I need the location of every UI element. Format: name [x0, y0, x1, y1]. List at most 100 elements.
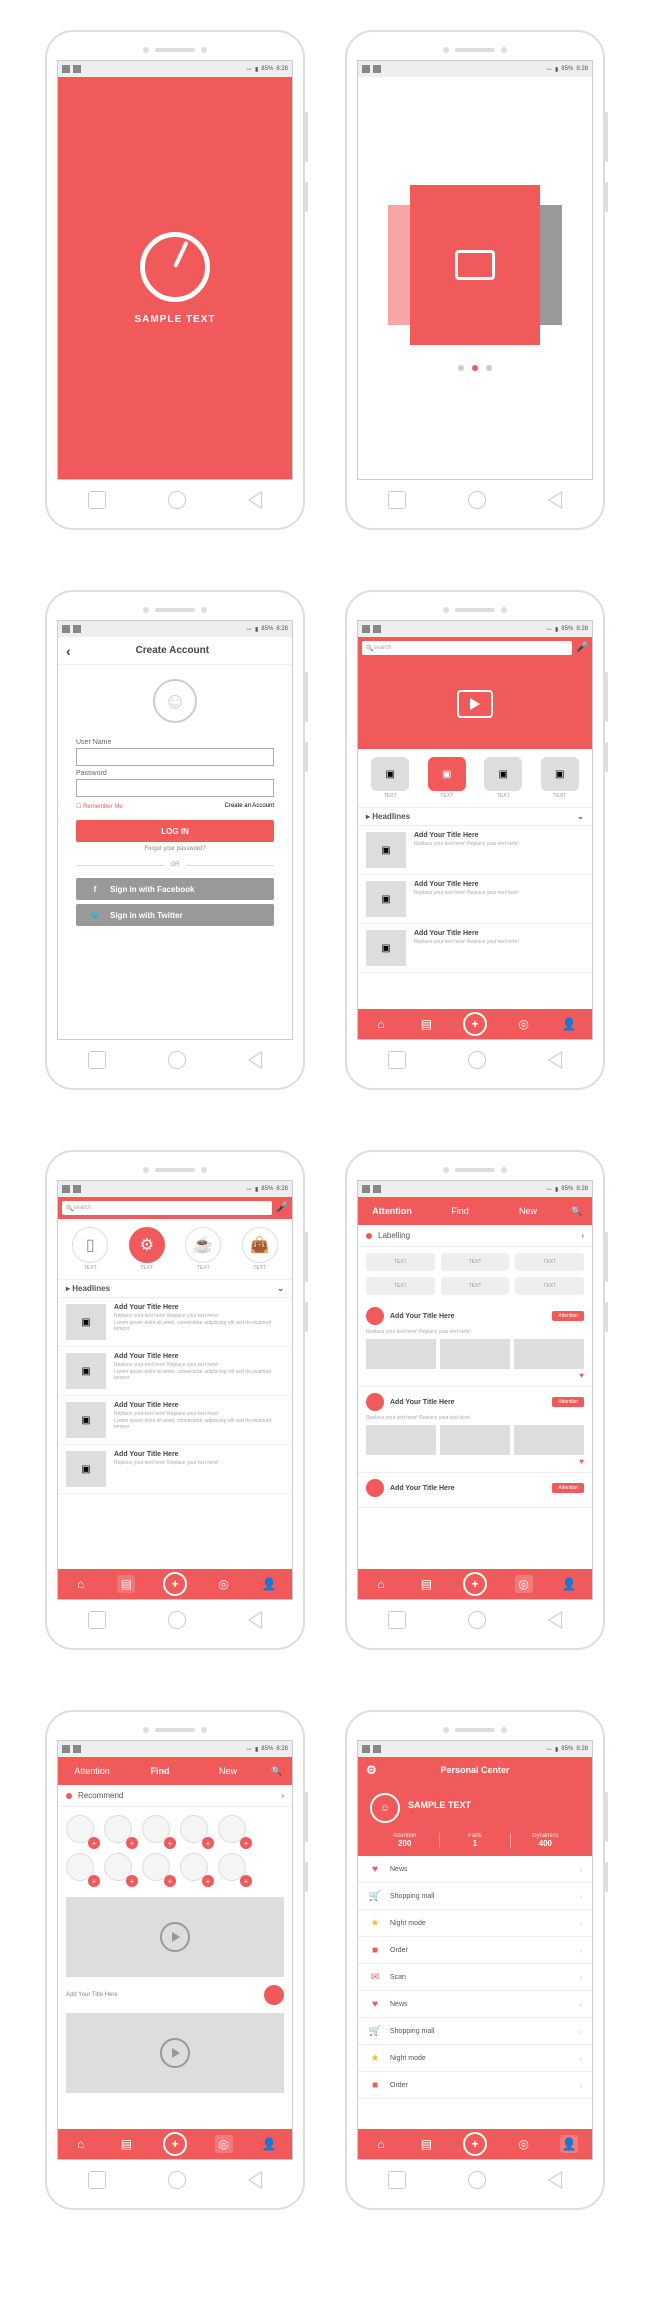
clipboard-icon[interactable]: ▤ [117, 2135, 135, 2153]
home-icon[interactable]: ⌂ [372, 1575, 390, 1593]
plus-icon[interactable]: + [463, 1572, 487, 1596]
back-icon[interactable]: ‹ [66, 643, 71, 659]
user-icon[interactable]: 👤 [560, 1015, 578, 1033]
rec-avatar[interactable]: + [180, 1815, 212, 1847]
compass-icon[interactable]: ◎ [515, 2135, 533, 2153]
avatar-icon[interactable]: ☺ [370, 1793, 400, 1823]
username-input[interactable] [76, 748, 274, 766]
compass-icon[interactable]: ◎ [515, 1575, 533, 1593]
dot[interactable] [458, 365, 464, 371]
rec-avatar[interactable]: + [218, 1815, 250, 1847]
android-recents-button[interactable] [88, 1051, 106, 1069]
category-item-active[interactable]: ▣TEXT [428, 757, 466, 799]
chat-icon[interactable] [264, 1985, 284, 2005]
settings-row[interactable]: 🛒Shopping mall› [358, 1883, 592, 1910]
settings-row[interactable]: ♥News› [358, 1856, 592, 1883]
user-icon[interactable]: 👤 [260, 2135, 278, 2153]
home-icon[interactable]: ⌂ [72, 1575, 90, 1593]
android-home-button[interactable] [168, 1611, 186, 1629]
clipboard-icon[interactable]: ▤ [117, 1575, 135, 1593]
facebook-login-button[interactable]: f Sign in with Facebook [76, 878, 274, 900]
rec-avatar[interactable]: + [180, 1853, 212, 1885]
android-back-button[interactable] [248, 2171, 262, 2189]
list-item[interactable]: ▣Add Your Title HereReplace your text he… [58, 1396, 292, 1445]
carousel[interactable] [358, 77, 592, 479]
list-item[interactable]: ▣Add Your Title HereReplace your text he… [58, 1445, 292, 1494]
headlines-header[interactable]: ▸ Headlines ⌄ [358, 807, 592, 826]
create-account-link[interactable]: Create an Account [225, 803, 274, 810]
video-feed-item[interactable] [66, 2013, 284, 2093]
search-icon[interactable]: 🔍 [262, 1760, 292, 1783]
tab-find[interactable]: Find [426, 1200, 494, 1222]
category-item-active[interactable]: ⚙TEXT [129, 1227, 165, 1271]
list-item[interactable]: ▣ Add Your Title HereReplace your text h… [358, 875, 592, 924]
twitter-login-button[interactable]: 🐦 Sign in with Twitter [76, 904, 274, 926]
label-pill[interactable]: TEXT [515, 1277, 584, 1295]
home-icon[interactable]: ⌂ [372, 2135, 390, 2153]
label-pill[interactable]: TEXT [515, 1253, 584, 1271]
remember-checkbox[interactable]: ☐ Remember Me [76, 803, 123, 810]
login-button[interactable]: LOG IN [76, 820, 274, 842]
forgot-password-link[interactable]: Forgot your password? [76, 846, 274, 852]
clipboard-icon[interactable]: ▤ [417, 2135, 435, 2153]
settings-row[interactable]: ★Night mode› [358, 1910, 592, 1937]
list-item[interactable]: ▣ Add Your Title HereReplace your text h… [358, 826, 592, 875]
rec-avatar[interactable]: + [218, 1853, 250, 1885]
rec-avatar[interactable]: + [142, 1853, 174, 1885]
android-home-button[interactable] [168, 1051, 186, 1069]
android-back-button[interactable] [548, 1051, 562, 1069]
android-recents-button[interactable] [388, 2171, 406, 2189]
rec-avatar[interactable]: + [104, 1853, 136, 1885]
list-item[interactable]: ▣Add Your Title HereReplace your text he… [58, 1298, 292, 1347]
category-item[interactable]: ▣TEXT [541, 757, 579, 799]
category-item[interactable]: 👜TEXT [242, 1227, 278, 1271]
plus-icon[interactable]: + [163, 2132, 187, 2156]
search-input[interactable]: 🔍 search [62, 1201, 272, 1215]
search-input[interactable]: 🔍 search [362, 641, 572, 655]
hero-video[interactable] [358, 659, 592, 749]
android-recents-button[interactable] [88, 491, 106, 509]
tab-new[interactable]: New [194, 1760, 262, 1782]
android-home-button[interactable] [168, 491, 186, 509]
android-back-button[interactable] [548, 2171, 562, 2189]
category-item[interactable]: ☕TEXT [185, 1227, 221, 1271]
plus-icon[interactable]: + [463, 1012, 487, 1036]
android-back-button[interactable] [248, 1051, 262, 1069]
label-pill[interactable]: TEXT [441, 1277, 510, 1295]
rec-avatar[interactable]: + [66, 1853, 98, 1885]
settings-icon[interactable]: ⚙ [366, 1763, 377, 1777]
avatar-placeholder-icon[interactable]: ☺ [153, 679, 197, 723]
android-back-button[interactable] [248, 1611, 262, 1629]
category-item[interactable]: ▣TEXT [484, 757, 522, 799]
label-pill[interactable]: TEXT [441, 1253, 510, 1271]
mic-icon[interactable]: 🎤 [576, 642, 588, 654]
label-pill[interactable]: TEXT [366, 1277, 435, 1295]
user-icon[interactable]: 👤 [560, 2135, 578, 2153]
settings-row[interactable]: ■Order› [358, 2072, 592, 2099]
android-back-button[interactable] [248, 491, 262, 509]
rec-avatar[interactable]: + [142, 1815, 174, 1847]
recommend-header[interactable]: Recommend › [58, 1785, 292, 1807]
compass-icon[interactable]: ◎ [515, 1015, 533, 1033]
android-home-button[interactable] [468, 1051, 486, 1069]
android-home-button[interactable] [468, 2171, 486, 2189]
list-item[interactable]: ▣ Add Your Title HereReplace your text h… [358, 924, 592, 973]
labelling-header[interactable]: Labelling › [358, 1225, 592, 1247]
android-back-button[interactable] [548, 491, 562, 509]
dot-active[interactable] [472, 365, 478, 371]
settings-row[interactable]: ✉Scan› [358, 1964, 592, 1991]
compass-icon[interactable]: ◎ [215, 1575, 233, 1593]
home-icon[interactable]: ⌂ [72, 2135, 90, 2153]
android-recents-button[interactable] [388, 1051, 406, 1069]
clipboard-icon[interactable]: ▤ [417, 1575, 435, 1593]
mic-icon[interactable]: 🎤 [276, 1202, 288, 1214]
settings-row[interactable]: ♥News› [358, 1991, 592, 2018]
plus-icon[interactable]: + [163, 1572, 187, 1596]
stat-dynamics[interactable]: Dynamics400 [511, 1833, 580, 1848]
tab-new[interactable]: New [494, 1200, 562, 1222]
clipboard-icon[interactable]: ▤ [417, 1015, 435, 1033]
dot[interactable] [486, 365, 492, 371]
android-home-button[interactable] [468, 1611, 486, 1629]
android-recents-button[interactable] [88, 2171, 106, 2189]
headlines-header[interactable]: ▸ Headlines ⌄ [58, 1279, 292, 1298]
